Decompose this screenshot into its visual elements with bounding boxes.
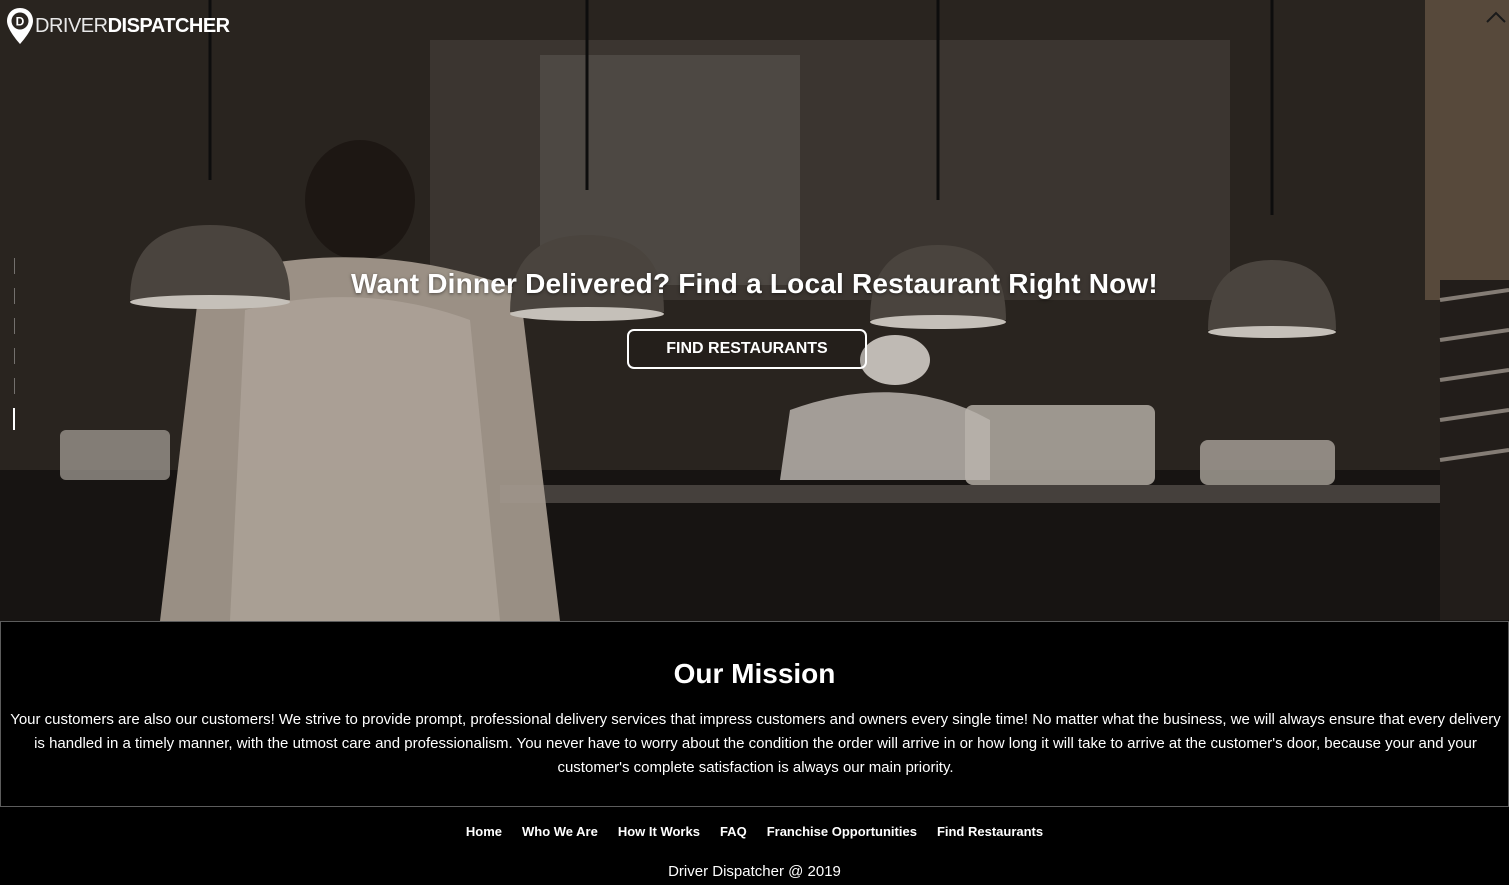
slide-dot[interactable]	[14, 318, 15, 334]
logo-text: DRIVERDISPATCHER	[35, 6, 230, 46]
slide-dot[interactable]	[14, 378, 15, 394]
slide-dot[interactable]	[14, 348, 15, 364]
hero-overlay	[0, 0, 1509, 621]
logo-text-light: DRIVER	[35, 15, 108, 37]
find-restaurants-button[interactable]: FIND RESTAURANTS	[627, 329, 867, 369]
mission-section: Our Mission Your customers are also our …	[0, 621, 1509, 807]
slide-dot-active[interactable]	[13, 408, 15, 430]
footer-link-find-restaurants[interactable]: Find Restaurants	[937, 824, 1043, 839]
footer-link-franchise-opportunities[interactable]: Franchise Opportunities	[767, 824, 917, 839]
map-pin-icon: D	[7, 8, 33, 44]
logo-pin-letter: D	[16, 15, 25, 29]
footer-link-home[interactable]: Home	[466, 824, 502, 839]
footer-link-who-we-are[interactable]: Who We Are	[522, 824, 598, 839]
site-logo[interactable]: D DRIVERDISPATCHER	[5, 6, 230, 46]
mission-text: Your customers are also our customers! W…	[10, 711, 1501, 776]
copyright-text: Driver Dispatcher @ 2019	[668, 863, 841, 880]
footer-link-faq[interactable]: FAQ	[720, 824, 747, 839]
hero-section: D DRIVERDISPATCHER Want Dinner Delivered…	[0, 0, 1509, 621]
logo-text-bold: DISPATCHER	[107, 15, 231, 37]
chevron-up-icon[interactable]	[1485, 8, 1507, 24]
footer-link-how-it-works[interactable]: How It Works	[618, 824, 700, 839]
footer-nav: Home Who We Are How It Works FAQ Franchi…	[0, 824, 1509, 839]
hero-headline: Want Dinner Delivered? Find a Local Rest…	[351, 268, 1158, 299]
mission-title: Our Mission	[673, 658, 836, 689]
